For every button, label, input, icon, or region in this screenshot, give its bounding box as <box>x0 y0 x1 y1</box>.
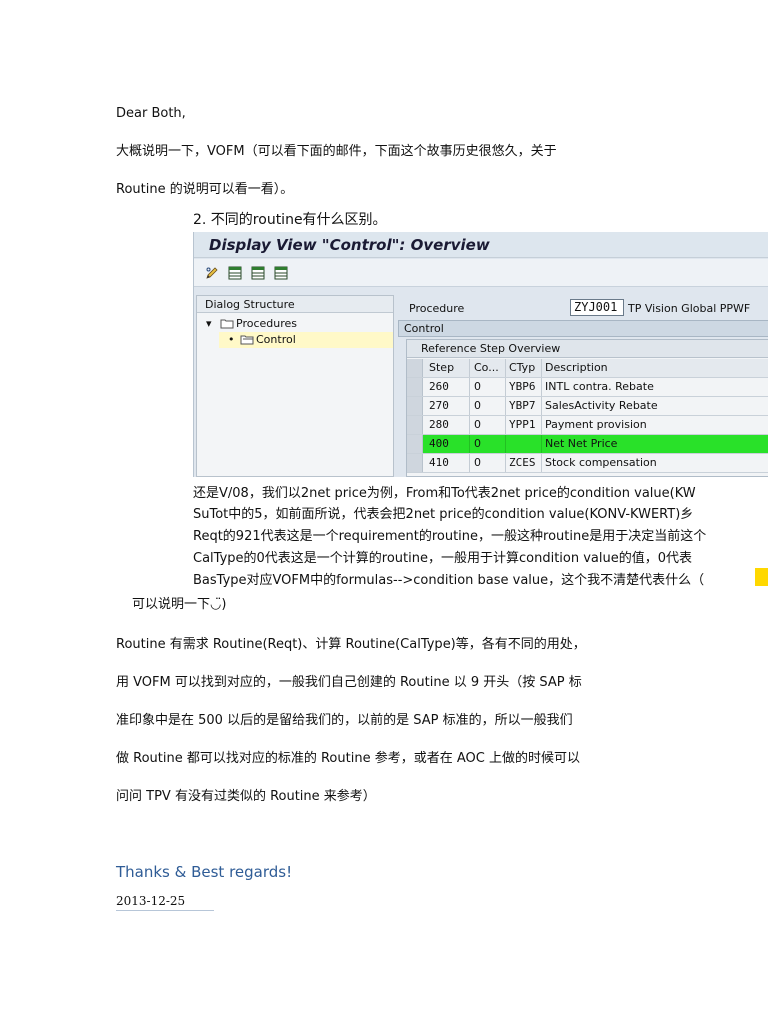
dialog-structure-header: Dialog Structure <box>197 296 393 313</box>
select-all-cell[interactable] <box>407 359 423 377</box>
quote-line-6-text: 可以说明一下 <box>132 597 211 612</box>
table-icon[interactable] <box>274 266 288 280</box>
procedure-label: Procedure <box>409 302 465 315</box>
body-line-1: Routine 有需求 Routine(Reqt)、计算 Routine(Cal… <box>116 637 586 652</box>
description-cell: INTL contra. Rebate <box>545 380 654 393</box>
table-row[interactable]: 410 0 ZCES Stock compensation <box>407 454 768 473</box>
open-folder-icon <box>240 335 254 345</box>
step-cell: 410 <box>429 456 449 469</box>
description-cell: Stock compensation <box>545 456 657 469</box>
quote-line-6: 可以说明一下◡̈) <box>132 597 227 612</box>
folder-icon <box>220 319 234 329</box>
ctyp-cell: YBP6 <box>509 380 536 393</box>
step-cell: 260 <box>429 380 449 393</box>
closing: Thanks & Best regards! <box>116 863 293 881</box>
body-line-3: 准印象中是在 500 以后的是留给我们的，以前的是 SAP 标准的，所以一般我们 <box>116 713 573 728</box>
quote-line-1: 还是V/08，我们以2net price为例，From和To代表2net pri… <box>193 486 696 501</box>
expand-arrow-icon[interactable]: ▾ <box>206 317 212 330</box>
table-row[interactable]: 400 0 Net Net Price <box>407 435 768 454</box>
quote-line-4: CalType的0代表这是一个计算的routine，一般用于计算conditio… <box>193 551 693 566</box>
procedure-description: TP Vision Global PPWF <box>628 302 751 315</box>
sap-toolbar <box>194 259 768 287</box>
highlight-mark <box>755 568 768 586</box>
signature-date: 2013-12-25 <box>116 894 186 908</box>
tree-bullet: • <box>228 333 235 346</box>
intro-line-1: 大概说明一下，VOFM（可以看下面的邮件，下面这个故事历史很悠久，关于 <box>116 144 557 159</box>
procedure-field[interactable]: ZYJ001 <box>570 299 624 316</box>
sap-title-bar: Display View "Control": Overview <box>194 232 768 258</box>
pencil-icon[interactable] <box>205 266 219 280</box>
description-cell: Payment provision <box>545 418 647 431</box>
table-row[interactable]: 270 0 YBP7 SalesActivity Rebate <box>407 397 768 416</box>
step-cell: 400 <box>429 437 449 450</box>
table-icon[interactable] <box>228 266 242 280</box>
quote-heading: 2. 不同的routine有什么区别。 <box>193 212 387 228</box>
dialog-structure-panel: Dialog Structure ▾ Procedures • Control <box>196 295 394 477</box>
greeting: Dear Both, <box>116 106 186 121</box>
sap-screen-title: Display View "Control": Overview <box>209 236 490 254</box>
body-line-4: 做 Routine 都可以找对应的标准的 Routine 参考，或者在 AOC … <box>116 751 580 766</box>
signature-divider <box>116 910 214 911</box>
ctyp-cell: YPP1 <box>509 418 536 431</box>
description-cell: SalesActivity Rebate <box>545 399 658 412</box>
counter-cell: 0 <box>474 437 481 450</box>
quote-line-5: BasType对应VOFM中的formulas-->condition base… <box>193 573 705 588</box>
intro-line-2: Routine 的说明可以看一看）。 <box>116 182 294 197</box>
column-header-counter[interactable]: Co... <box>474 361 499 374</box>
table-row[interactable]: 260 0 YBP6 INTL contra. Rebate <box>407 378 768 397</box>
row-selector[interactable] <box>407 435 423 453</box>
ctyp-cell: YBP7 <box>509 399 536 412</box>
counter-cell: 0 <box>474 399 481 412</box>
row-selector[interactable] <box>407 397 423 415</box>
table-icon[interactable] <box>251 266 265 280</box>
body-line-5: 问问 TPV 有没有过类似的 Routine 来参考） <box>116 789 376 804</box>
smiley-icon: ◡̈ <box>210 597 222 612</box>
row-selector[interactable] <box>407 416 423 434</box>
counter-cell: 0 <box>474 380 481 393</box>
reference-step-overview: Reference Step Overview Step Co... CTyp … <box>406 339 768 477</box>
counter-cell: 0 <box>474 456 481 469</box>
table-header-row: Step Co... CTyp Description <box>407 359 768 378</box>
control-overview-panel: Procedure ZYJ001 TP Vision Global PPWF C… <box>398 295 768 477</box>
sap-screenshot: Display View "Control": Overview Dialog … <box>193 232 768 477</box>
column-header-step[interactable]: Step <box>429 361 454 374</box>
control-tab[interactable]: Control <box>398 320 768 337</box>
column-header-description[interactable]: Description <box>545 361 608 374</box>
quote-line-2: SuTot中的5，如前面所说，代表会把2net price的condition … <box>193 507 694 522</box>
step-cell: 280 <box>429 418 449 431</box>
reference-step-header: Reference Step Overview <box>407 340 768 358</box>
body-line-2: 用 VOFM 可以找到对应的，一般我们自己创建的 Routine 以 9 开头（… <box>116 675 582 690</box>
tree-item-procedures[interactable]: Procedures <box>236 317 297 330</box>
counter-cell: 0 <box>474 418 481 431</box>
row-selector[interactable] <box>407 454 423 472</box>
tree-item-control[interactable]: Control <box>256 333 296 346</box>
row-selector[interactable] <box>407 378 423 396</box>
column-header-ctyp[interactable]: CTyp <box>509 361 535 374</box>
ctyp-cell: ZCES <box>509 456 536 469</box>
quote-line-3: Reqt的921代表这是一个requirement的routine，一般这种ro… <box>193 529 707 544</box>
table-row[interactable]: 280 0 YPP1 Payment provision <box>407 416 768 435</box>
step-cell: 270 <box>429 399 449 412</box>
description-cell: Net Net Price <box>545 437 618 450</box>
